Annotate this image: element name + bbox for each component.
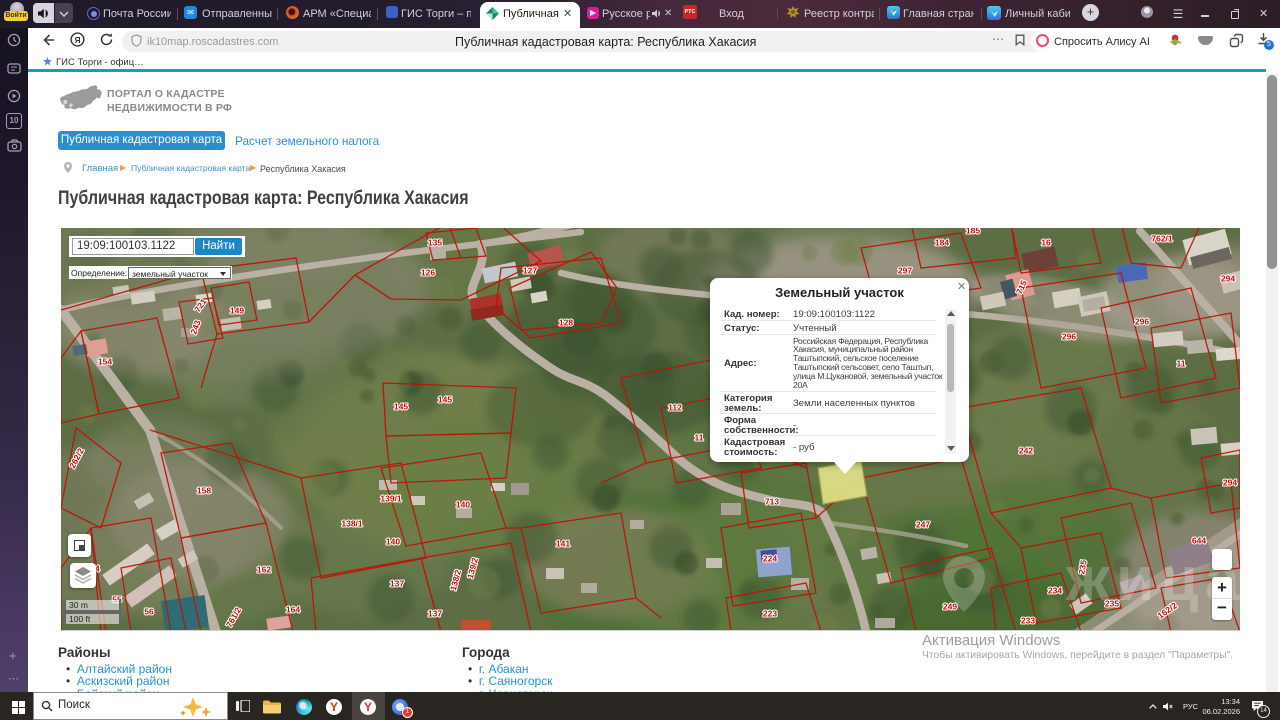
svg-text:135: 135 [428,238,442,248]
svg-text:145: 145 [394,402,408,412]
svg-text:296: 296 [1062,332,1076,342]
svg-text:713: 713 [765,497,779,507]
svg-text:247: 247 [916,520,930,530]
svg-text:56: 56 [144,607,154,617]
svg-text:11: 11 [1177,359,1186,369]
svg-text:644: 644 [1192,536,1206,546]
svg-text:184: 184 [935,238,949,248]
svg-text:162: 162 [257,565,271,575]
svg-text:Я: Я [74,35,80,45]
svg-text:158: 158 [197,486,211,496]
svg-text:16: 16 [1041,238,1051,248]
svg-text:233: 233 [1021,616,1035,626]
svg-text:137: 137 [390,579,404,589]
svg-text:294: 294 [1221,274,1235,284]
svg-text:149: 149 [230,306,244,316]
svg-text:234: 234 [1048,586,1062,596]
svg-text:762/1: 762/1 [1151,234,1173,244]
svg-text:140: 140 [386,537,400,547]
svg-text:137: 137 [428,609,442,619]
svg-text:128: 128 [559,318,573,328]
svg-text:11: 11 [695,433,704,443]
svg-text:126: 126 [421,268,435,278]
svg-text:164: 164 [286,605,300,615]
svg-text:294: 294 [1223,478,1237,488]
svg-text:297: 297 [898,266,912,276]
svg-text:224: 224 [763,554,777,564]
svg-text:112: 112 [668,403,682,413]
svg-text:185: 185 [966,228,980,236]
svg-text:140: 140 [456,500,470,510]
svg-text:138/1: 138/1 [341,519,363,529]
svg-text:145: 145 [438,395,452,405]
svg-text:139/1: 139/1 [380,494,402,504]
svg-text:127: 127 [523,266,537,276]
svg-text:154: 154 [98,357,112,367]
svg-text:249: 249 [943,602,957,612]
svg-text:296: 296 [1135,317,1149,327]
svg-text:223: 223 [763,609,777,619]
svg-text:141: 141 [556,539,570,549]
svg-text:242: 242 [1019,446,1033,456]
